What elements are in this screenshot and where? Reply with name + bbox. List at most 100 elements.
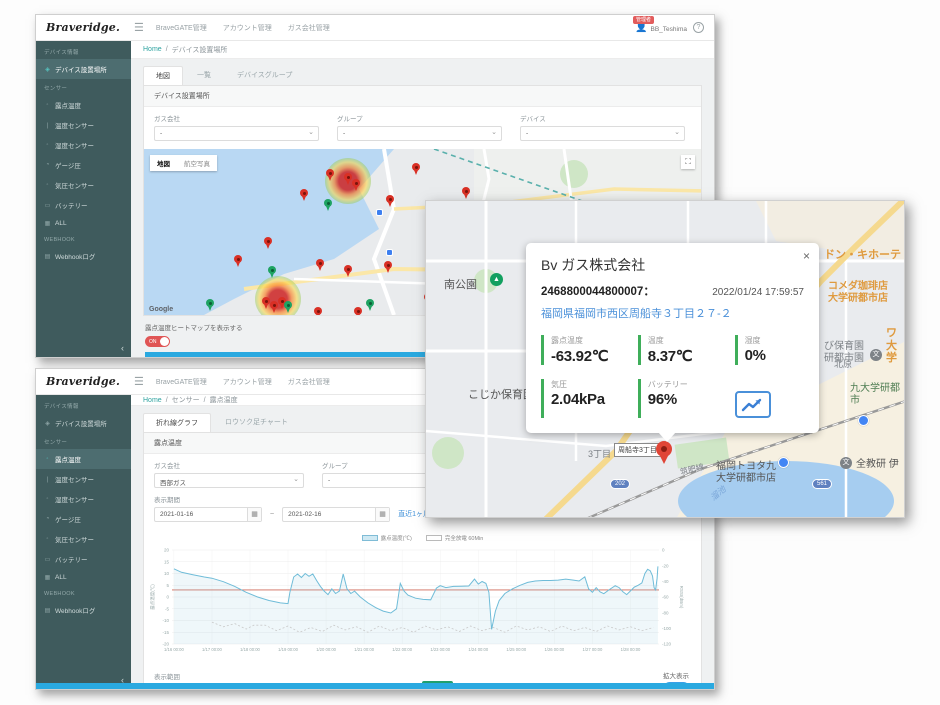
svg-text:露点温度(℃): 露点温度(℃) bbox=[149, 584, 156, 610]
metric-temperature: 温度 8.37℃ bbox=[638, 335, 725, 365]
nav-account[interactable]: アカウント管理 bbox=[223, 377, 272, 387]
popup-map[interactable]: 南公園 ▲ こじか保育園 文 3丁目 周船寺3丁目 ドン・キホーテ コメダ珈琲店… bbox=[425, 200, 905, 518]
map-pin-red[interactable] bbox=[314, 307, 322, 315]
sidebar-collapse-icon[interactable]: ‹ bbox=[121, 343, 124, 353]
hamburger-icon[interactable]: ☰ bbox=[134, 21, 144, 34]
breadcrumb-sensor[interactable]: センサー bbox=[172, 395, 200, 405]
sidebar-item-all[interactable]: ▦ALL bbox=[36, 215, 131, 232]
sidebar: デバイス情報 ◈ デバイス設置場所 センサー ◦露点温度 ❘温度センサー ◦湿度… bbox=[36, 395, 131, 689]
map-pin-green[interactable] bbox=[324, 199, 332, 207]
pressure-icon: ◦ bbox=[44, 182, 51, 188]
sidebar-item-dewpoint[interactable]: ◦露点温度 bbox=[36, 449, 131, 469]
heatmap-toggle[interactable]: ON bbox=[145, 336, 170, 347]
sidebar-item-battery[interactable]: ▭バッテリー bbox=[36, 195, 131, 215]
gas-company-select[interactable]: - bbox=[154, 126, 319, 141]
map-pin-red[interactable] bbox=[234, 255, 242, 263]
gas-company-select[interactable]: 西部ガス bbox=[154, 473, 304, 488]
map-pin-green[interactable] bbox=[284, 301, 292, 309]
map-poi-blue[interactable] bbox=[376, 209, 383, 216]
map-pin-red[interactable] bbox=[270, 301, 278, 309]
sidebar-item-device-location[interactable]: ◈ デバイス設置場所 bbox=[36, 59, 131, 79]
map-pin-red[interactable] bbox=[412, 163, 420, 171]
tab-map[interactable]: 地図 bbox=[143, 66, 183, 85]
nav-account[interactable]: アカウント管理 bbox=[223, 23, 272, 33]
sidebar-item-device-location[interactable]: ◈ デバイス設置場所 bbox=[36, 413, 131, 433]
nav-bravegate[interactable]: BraveGATE管理 bbox=[156, 377, 207, 387]
breadcrumb-current: デバイス設置場所 bbox=[172, 45, 228, 55]
breadcrumb-home[interactable]: Home bbox=[143, 46, 162, 53]
map-pin-red[interactable] bbox=[354, 307, 362, 315]
sidebar-item-gauge[interactable]: ◔ゲージ圧 bbox=[36, 155, 131, 175]
dewpoint-icon: ◦ bbox=[44, 102, 51, 108]
map-pin-red[interactable] bbox=[326, 169, 334, 177]
admin-badge: 管理者 bbox=[633, 16, 654, 24]
map-pin-red[interactable] bbox=[316, 259, 324, 267]
chart-link-icon[interactable] bbox=[735, 391, 771, 418]
map-pin-red[interactable] bbox=[352, 179, 360, 187]
group-select[interactable]: - bbox=[337, 126, 502, 141]
route-202-shield: 202 bbox=[610, 479, 630, 489]
date-from-input[interactable]: 2021-01-16 ▦ bbox=[154, 507, 262, 522]
sidebar-item-webhook-log[interactable]: ▤Webhookログ bbox=[36, 600, 131, 620]
map-pin-red[interactable] bbox=[386, 195, 394, 203]
hamburger-icon[interactable]: ☰ bbox=[134, 375, 144, 388]
map-type-satellite-button[interactable]: 航空写真 bbox=[177, 155, 217, 171]
map-pin-red[interactable] bbox=[344, 265, 352, 273]
map-label-kyudai-station: 九大学研都市 bbox=[850, 383, 904, 406]
sidebar-item-pressure[interactable]: ◦気圧センサー bbox=[36, 175, 131, 195]
school-icon: 文 bbox=[840, 457, 852, 469]
pressure-icon: ◦ bbox=[44, 536, 51, 542]
user-menu[interactable]: 管理者 👤 BB_Teshima bbox=[635, 23, 687, 33]
dewpoint-chart[interactable]: 1/16 00:001/17 00:001/18 00:001/19 00:00… bbox=[144, 544, 701, 667]
sidebar-item-humidity[interactable]: ◦湿度センサー bbox=[36, 135, 131, 155]
map-pin-red[interactable] bbox=[384, 261, 392, 269]
nav-gas-company[interactable]: ガス会社管理 bbox=[288, 377, 330, 387]
tab-device-group[interactable]: デバイスグループ bbox=[225, 66, 304, 85]
sidebar-item-all[interactable]: ▦ALL bbox=[36, 569, 131, 586]
nav-bravegate[interactable]: BraveGATE管理 bbox=[156, 23, 207, 33]
map-pin-red[interactable] bbox=[462, 187, 470, 195]
svg-text:1/24 00:00: 1/24 00:00 bbox=[468, 647, 488, 652]
calendar-icon[interactable]: ▦ bbox=[247, 508, 261, 521]
selected-device-pin[interactable] bbox=[656, 441, 672, 457]
map-pin-red[interactable] bbox=[344, 173, 352, 181]
map-poi-blue[interactable] bbox=[386, 249, 393, 256]
svg-text:1/19 00:00: 1/19 00:00 bbox=[278, 647, 298, 652]
map-pin-red[interactable] bbox=[264, 237, 272, 245]
tab-candlestick[interactable]: ロウソク足チャート bbox=[213, 413, 300, 432]
svg-text:20: 20 bbox=[164, 548, 170, 553]
gas-company-label: ガス会社 bbox=[154, 113, 319, 123]
map-pin-red[interactable] bbox=[300, 189, 308, 197]
map-pin-green[interactable] bbox=[206, 299, 214, 307]
sidebar-section-webhook: WEBHOOK bbox=[36, 232, 131, 246]
sidebar-item-gauge[interactable]: ◔ゲージ圧 bbox=[36, 509, 131, 529]
sidebar-item-temperature[interactable]: ❘温度センサー bbox=[36, 469, 131, 489]
map-pin-green[interactable] bbox=[268, 266, 276, 274]
tab-list[interactable]: 一覧 bbox=[185, 66, 223, 85]
help-icon[interactable]: ? bbox=[693, 22, 704, 33]
sidebar-item-dewpoint[interactable]: ◦露点温度 bbox=[36, 95, 131, 115]
marker-tooltip: 周船寺3丁目 bbox=[614, 443, 661, 457]
close-icon[interactable]: × bbox=[803, 249, 810, 263]
heatmap-blob bbox=[255, 276, 301, 315]
svg-text:1/26 00:00: 1/26 00:00 bbox=[544, 647, 564, 652]
nav-gas-company[interactable]: ガス会社管理 bbox=[288, 23, 330, 33]
fullscreen-icon[interactable]: ⛶ bbox=[681, 155, 695, 169]
breadcrumb-home[interactable]: Home bbox=[143, 397, 162, 404]
svg-text:-10: -10 bbox=[162, 618, 169, 623]
tab-line-graph[interactable]: 折れ線グラフ bbox=[143, 413, 211, 432]
sidebar-item-temperature[interactable]: ❘温度センサー bbox=[36, 115, 131, 135]
sidebar-item-humidity[interactable]: ◦湿度センサー bbox=[36, 489, 131, 509]
map-pin-green[interactable] bbox=[366, 299, 374, 307]
map-type-map-button[interactable]: 地図 bbox=[150, 155, 177, 171]
sidebar-item-webhook-log[interactable]: ▤Webhookログ bbox=[36, 246, 131, 266]
map-label-komeda: コメダ珈琲店 大学研都市店 bbox=[828, 281, 888, 304]
date-to-input[interactable]: 2021-02-16 ▦ bbox=[282, 507, 390, 522]
map-pin-red[interactable] bbox=[262, 297, 270, 305]
address-link[interactable]: 福岡県福岡市西区周船寺３丁目２７-２ bbox=[541, 305, 804, 321]
device-select[interactable]: - bbox=[520, 126, 685, 141]
calendar-icon[interactable]: ▦ bbox=[375, 508, 389, 521]
sidebar-item-pressure[interactable]: ◦気圧センサー bbox=[36, 529, 131, 549]
sidebar-item-battery[interactable]: ▭バッテリー bbox=[36, 549, 131, 569]
breadcrumb: Home / デバイス設置場所 bbox=[131, 41, 714, 59]
